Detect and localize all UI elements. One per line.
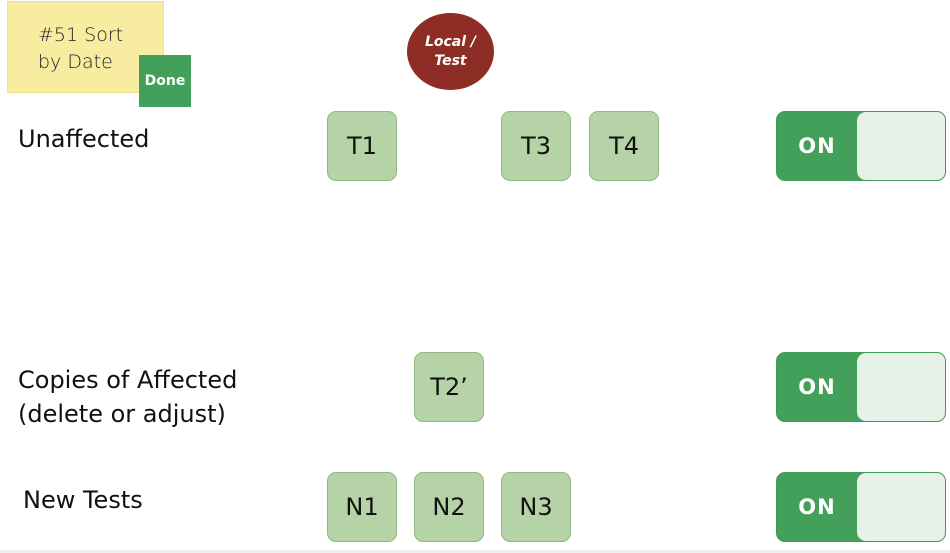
row-label-copies-of-affected: Copies of Affected (delete or adjust) bbox=[18, 363, 237, 431]
toggle-on-label: ON bbox=[798, 375, 836, 399]
toggle-copies-of-affected[interactable]: ON bbox=[776, 352, 946, 422]
sticky-note-text: #51 Sort by Date bbox=[38, 22, 123, 76]
row-label-line1: Copies of Affected bbox=[18, 366, 238, 394]
test-tile-t2-prime[interactable]: T2’ bbox=[414, 352, 484, 422]
toggle-on-label: ON bbox=[798, 134, 836, 158]
toggle-knob[interactable] bbox=[857, 112, 945, 180]
row-label-line2: (delete or adjust) bbox=[18, 400, 226, 428]
row-label-new-tests: New Tests bbox=[23, 486, 143, 514]
test-tile-t3[interactable]: T3 bbox=[501, 111, 571, 181]
sticky-note-line2: by Date bbox=[38, 51, 113, 73]
row-label-unaffected: Unaffected bbox=[18, 125, 150, 153]
sticky-note-line1: #51 Sort bbox=[38, 24, 124, 46]
toggle-unaffected[interactable]: ON bbox=[776, 111, 946, 181]
toggle-knob[interactable] bbox=[857, 353, 945, 421]
environment-badge-line2: Test bbox=[434, 52, 467, 69]
done-badge: Done bbox=[139, 55, 191, 107]
toggle-new-tests[interactable]: ON bbox=[776, 472, 946, 542]
environment-badge: Local / Test bbox=[407, 13, 494, 90]
test-tile-t1[interactable]: T1 bbox=[327, 111, 397, 181]
test-tile-t4[interactable]: T4 bbox=[589, 111, 659, 181]
toggle-knob[interactable] bbox=[857, 473, 945, 541]
environment-badge-line1: Local / bbox=[424, 33, 477, 50]
test-tile-n1[interactable]: N1 bbox=[327, 472, 397, 542]
test-tile-n2[interactable]: N2 bbox=[414, 472, 484, 542]
test-tile-n3[interactable]: N3 bbox=[501, 472, 571, 542]
toggle-on-label: ON bbox=[798, 495, 836, 519]
